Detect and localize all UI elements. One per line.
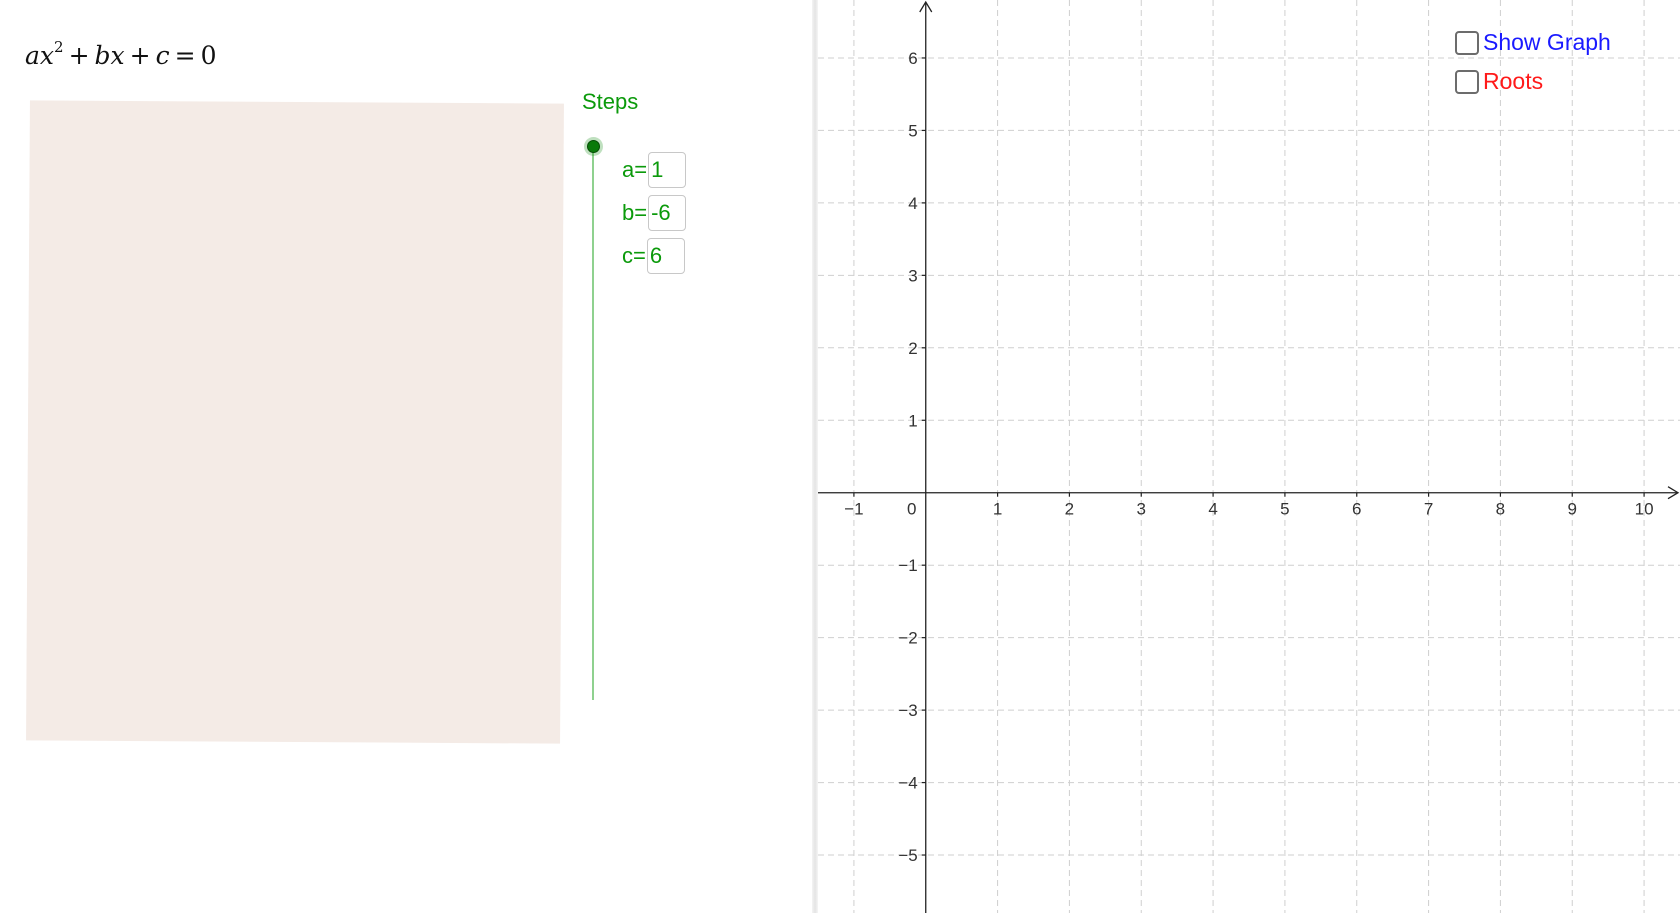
x-tick-label: 6 <box>1352 500 1361 519</box>
roots-checkbox[interactable]: Roots <box>1455 68 1543 95</box>
coordinate-plane[interactable]: −1 0 1 2 3 4 5 6 7 8 9 10 6 5 4 3 2 1 −1 −2 −3 −4 −5 <box>818 0 1680 913</box>
param-c: c= 6 <box>622 237 685 275</box>
x-tick-label: 1 <box>993 500 1002 519</box>
param-b: b= -6 <box>622 194 687 232</box>
eq-x: x <box>110 41 125 70</box>
x-tick-label: 8 <box>1496 500 1505 519</box>
eq-plus: + <box>68 41 90 70</box>
slider-knob[interactable] <box>587 140 600 153</box>
y-tick-label: 2 <box>908 339 917 358</box>
show-graph-checkbox[interactable]: Show Graph <box>1455 29 1611 56</box>
y-tick-label: 1 <box>908 411 917 430</box>
eq-a: a <box>25 41 40 70</box>
x-tick-label: 7 <box>1424 500 1433 519</box>
quadratic-equation: ax2 + bx + c = 0 <box>25 38 216 70</box>
eq-x: x <box>39 41 55 70</box>
param-a-input[interactable]: 1 <box>648 152 687 188</box>
x-tick-label: −1 <box>844 500 863 519</box>
param-b-input[interactable]: -6 <box>648 195 687 231</box>
steps-panel <box>26 100 564 744</box>
show-graph-checkbox-box[interactable] <box>1455 30 1479 55</box>
y-tick-label: −4 <box>898 774 917 793</box>
x-tick-label: 3 <box>1137 500 1146 519</box>
x-tick-label: 0 <box>907 500 916 519</box>
y-tick-label: 5 <box>908 121 917 140</box>
x-tick-label: 2 <box>1065 500 1074 519</box>
steps-label: Steps <box>582 89 639 114</box>
y-tick-label: −5 <box>898 846 917 865</box>
param-a: a= 1 <box>622 151 687 189</box>
y-tick-label: −1 <box>898 556 917 575</box>
y-tick-label: 4 <box>908 194 917 213</box>
param-c-input[interactable]: 6 <box>646 238 685 274</box>
graphics-view[interactable]: −1 0 1 2 3 4 5 6 7 8 9 10 6 5 4 3 2 1 −1 −2 −3 −4 −5 Show Grap… <box>818 0 1680 913</box>
eq-zero: 0 <box>200 41 217 70</box>
y-tick-label: 3 <box>908 266 917 285</box>
eq-exponent: 2 <box>54 38 64 56</box>
x-tick-label: 10 <box>1635 500 1654 519</box>
steps-slider[interactable] <box>587 140 600 700</box>
eq-equals: = <box>174 41 196 70</box>
eq-plus: + <box>129 41 151 70</box>
param-c-label: c= <box>622 243 646 268</box>
roots-checkbox-box[interactable] <box>1455 69 1479 94</box>
x-tick-label: 4 <box>1208 500 1217 519</box>
slider-track[interactable] <box>592 146 594 700</box>
param-b-label: b= <box>622 200 648 225</box>
param-a-label: a= <box>622 157 648 182</box>
x-tick-label: 9 <box>1568 500 1577 519</box>
eq-c: c <box>155 41 170 70</box>
algebra-view: ax2 + bx + c = 0 Steps a= 1 b= -6 c= 6 <box>0 0 812 913</box>
x-tick-label: 5 <box>1280 500 1289 519</box>
eq-b: b <box>94 41 111 70</box>
y-tick-label: 6 <box>908 49 917 68</box>
y-tick-label: −2 <box>898 629 917 648</box>
y-tick-label: −3 <box>898 701 917 720</box>
show-graph-label[interactable]: Show Graph <box>1483 29 1611 56</box>
roots-label[interactable]: Roots <box>1483 68 1543 95</box>
